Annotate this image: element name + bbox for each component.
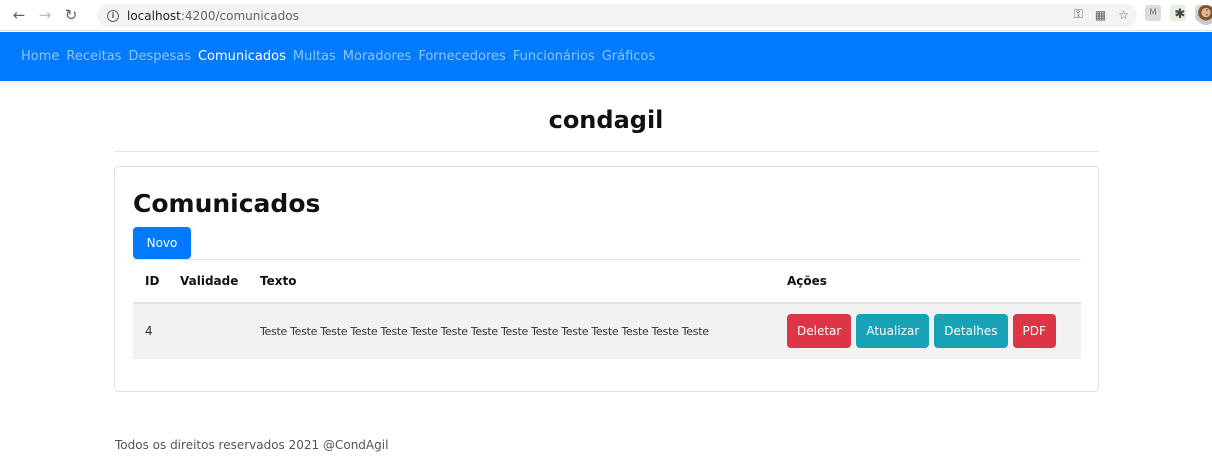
cell-id: 4 (133, 302, 168, 359)
info-icon[interactable]: i (107, 9, 119, 22)
translate-icon[interactable]: ▦ (1095, 8, 1106, 22)
nav-link-multas[interactable]: Multas (293, 49, 336, 64)
nav-link-funcionarios[interactable]: Funcionários (513, 49, 595, 64)
new-button[interactable]: Novo (133, 227, 191, 259)
forward-arrow-icon[interactable]: → (34, 4, 56, 26)
column-header-id: ID (133, 259, 168, 304)
table-row: 4 Teste Teste Teste Teste Teste Teste Te… (133, 302, 1081, 359)
star-icon[interactable]: ☆ (1118, 8, 1129, 22)
puzzle-icon[interactable]: ✱ (1172, 7, 1188, 23)
nav-link-moradores[interactable]: Moradores (343, 49, 412, 64)
update-button[interactable]: Atualizar (856, 314, 930, 348)
pdf-button[interactable]: PDF (1012, 314, 1056, 348)
nav-link-receitas[interactable]: Receitas (66, 49, 121, 64)
extension-icon[interactable]: M (1145, 5, 1161, 21)
nav-link-home[interactable]: Home (21, 49, 59, 64)
table-header-row: ID Validade Texto Ações (133, 259, 1081, 304)
kebab-menu-icon[interactable]: ⋮ (1200, 7, 1212, 23)
delete-button[interactable]: Deletar (787, 314, 852, 348)
details-button[interactable]: Detalhes (934, 314, 1008, 348)
nav-link-comunicados[interactable]: Comunicados (198, 49, 286, 64)
nav-link-fornecedores[interactable]: Fornecedores (418, 49, 506, 64)
key-icon[interactable]: ⚿ (1074, 7, 1083, 22)
browser-toolbar: ← → ↻ i localhost:4200/comunicados ⚿ ▦ ☆ (0, 0, 1212, 31)
back-arrow-icon[interactable]: ← (8, 4, 30, 26)
content-card: Comunicados Novo ID Validade Texto Ações… (114, 166, 1099, 392)
comunicados-table: ID Validade Texto Ações 4 Teste Teste Te… (133, 259, 1081, 359)
brand-title: condagil (548, 106, 664, 134)
cell-acoes: Deletar Atualizar Detalhes PDF (775, 302, 1081, 359)
url-text: localhost:4200/comunicados (127, 8, 299, 23)
footer-text: Todos os direitos reservados 2021 @CondA… (115, 438, 389, 452)
reload-icon[interactable]: ↻ (60, 4, 82, 26)
cell-validade (168, 302, 248, 359)
column-header-texto: Texto (248, 259, 775, 304)
nav-link-graficos[interactable]: Gráficos (602, 49, 655, 64)
page-title: Comunicados (133, 189, 321, 218)
main-navbar: Home Receitas Despesas Comunicados Multas Mor… (0, 32, 1212, 81)
column-header-validade: Validade (168, 259, 248, 304)
cell-texto: Teste Teste Teste Teste Teste Teste Test… (248, 302, 775, 359)
column-header-acoes: Ações (775, 259, 1081, 304)
nav-link-despesas[interactable]: Despesas (128, 49, 191, 64)
address-bar[interactable]: i localhost:4200/comunicados ⚿ ▦ ☆ (97, 4, 1137, 27)
divider (114, 151, 1099, 152)
